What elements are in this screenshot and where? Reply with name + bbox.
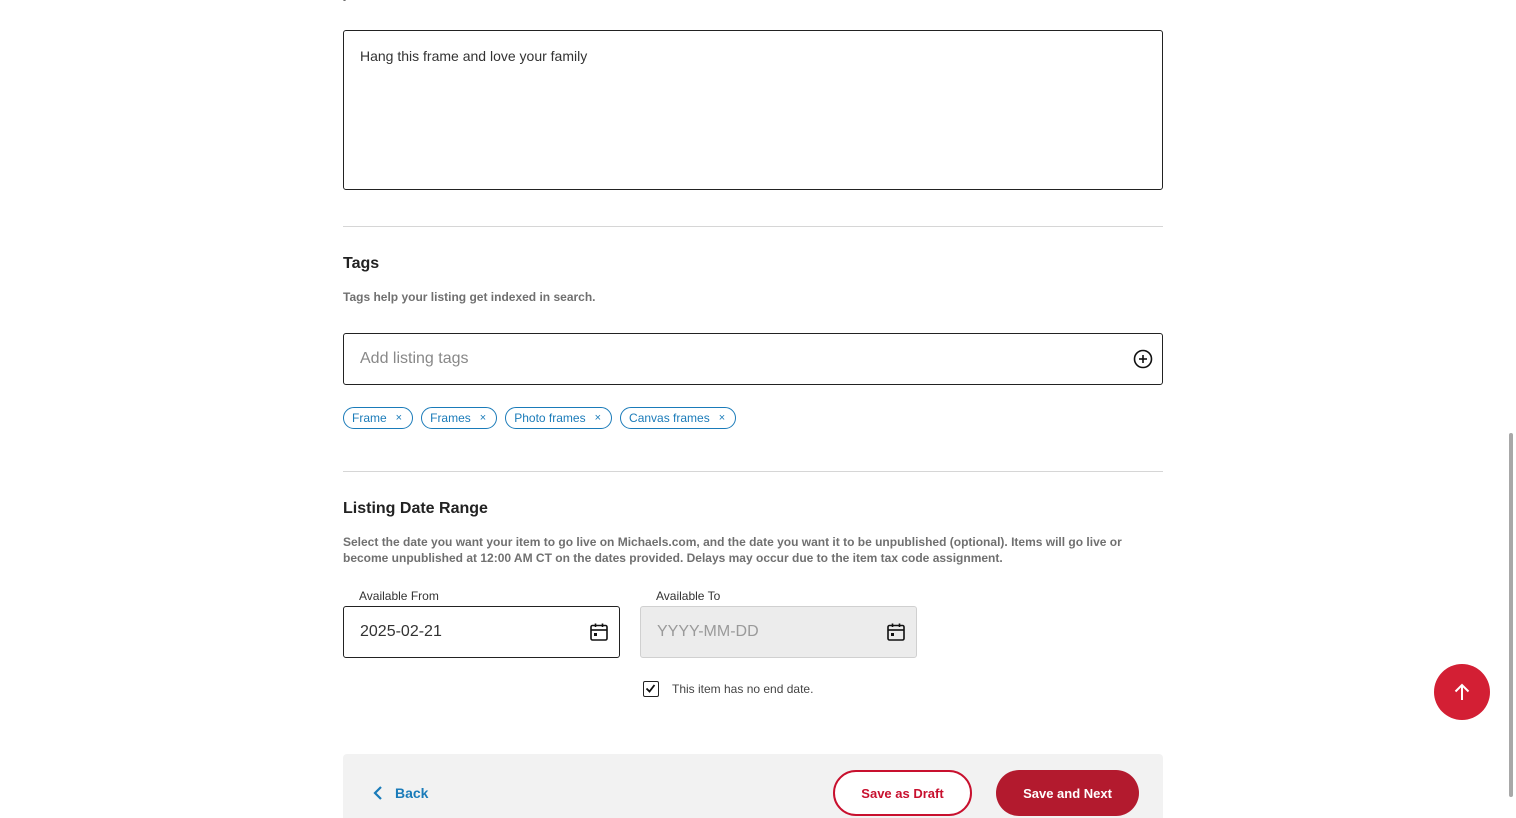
tag-chip: Photo frames × bbox=[505, 407, 613, 429]
calendar-icon[interactable] bbox=[886, 622, 906, 642]
description-textarea[interactable]: Hang this frame and love your family bbox=[343, 30, 1163, 190]
tags-help-text: Tags help your listing get indexed in se… bbox=[343, 290, 596, 304]
available-to-input[interactable] bbox=[657, 607, 867, 657]
no-end-date-checkbox[interactable] bbox=[643, 681, 659, 697]
date-range-title: Listing Date Range bbox=[343, 500, 488, 517]
scrollbar-thumb[interactable] bbox=[1509, 433, 1513, 797]
section-divider bbox=[343, 471, 1163, 472]
tag-chip-label: Photo frames bbox=[514, 411, 586, 425]
chevron-left-icon bbox=[373, 786, 382, 800]
available-from-input[interactable] bbox=[360, 607, 570, 657]
available-from-field bbox=[343, 606, 620, 658]
remove-tag-icon[interactable]: × bbox=[480, 412, 486, 424]
back-button[interactable]: Back bbox=[372, 785, 428, 801]
save-and-next-button[interactable]: Save and Next bbox=[996, 770, 1139, 816]
previous-field-fragment bbox=[343, 0, 346, 1]
section-divider bbox=[343, 226, 1163, 227]
plus-circle-icon[interactable] bbox=[1133, 349, 1153, 369]
tag-chip: Frames × bbox=[421, 407, 498, 429]
available-to-label: Available To bbox=[656, 589, 721, 603]
date-range-help-line-1: Select the date you want your item to go… bbox=[343, 535, 1122, 549]
scroll-to-top-button[interactable] bbox=[1434, 664, 1490, 720]
arrow-up-icon bbox=[1454, 683, 1470, 700]
tag-chip: Frame × bbox=[343, 407, 414, 429]
tag-chip-label: Frames bbox=[430, 411, 471, 425]
tag-input[interactable] bbox=[360, 334, 1120, 384]
tag-chip-label: Frame bbox=[352, 411, 387, 425]
tags-title: Tags bbox=[343, 255, 380, 272]
calendar-icon[interactable] bbox=[589, 622, 609, 642]
tag-chip-label: Canvas frames bbox=[629, 411, 710, 425]
back-button-label: Back bbox=[395, 785, 429, 801]
tag-input-container bbox=[343, 333, 1163, 385]
save-as-draft-button[interactable]: Save as Draft bbox=[833, 770, 972, 816]
remove-tag-icon[interactable]: × bbox=[719, 412, 725, 424]
available-to-field bbox=[640, 606, 917, 658]
available-from-label: Available From bbox=[359, 589, 439, 603]
tag-chip: Canvas frames × bbox=[620, 407, 737, 429]
checkmark-icon bbox=[645, 684, 656, 693]
no-end-date-label: This item has no end date. bbox=[672, 682, 814, 696]
remove-tag-icon[interactable]: × bbox=[396, 412, 402, 424]
tag-chip-list: Frame × Frames × Photo frames × Canvas f… bbox=[343, 407, 737, 429]
date-range-help-line-2: become unpublished at 12:00 AM CT on the… bbox=[343, 551, 1003, 565]
description-text: Hang this frame and love your family bbox=[360, 48, 588, 64]
remove-tag-icon[interactable]: × bbox=[595, 412, 601, 424]
